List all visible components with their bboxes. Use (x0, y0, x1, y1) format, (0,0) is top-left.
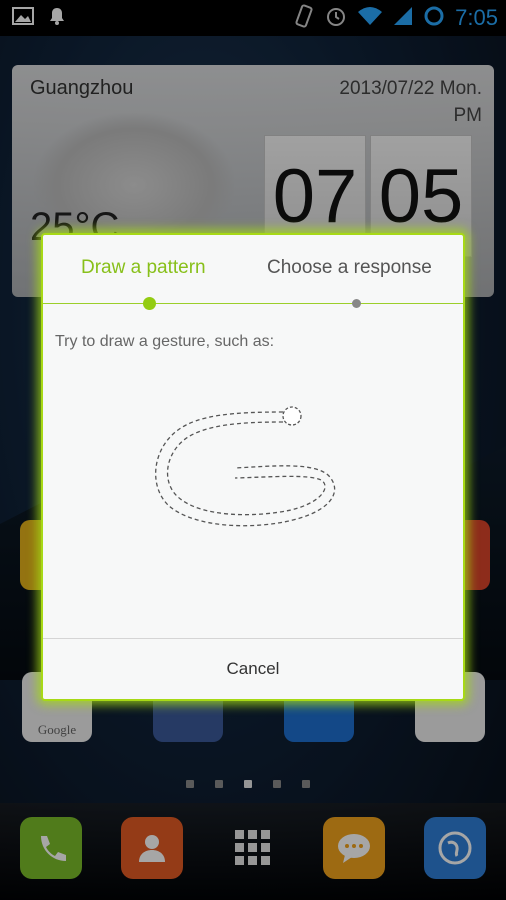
gesture-example-g-icon (155, 406, 336, 527)
step-progress-line (43, 303, 463, 304)
step-indicator-next (352, 299, 361, 308)
gesture-dialog: Draw a pattern Choose a response Try to … (41, 233, 465, 701)
tab-draw-pattern[interactable]: Draw a pattern (81, 257, 206, 279)
step-indicator-active (143, 297, 156, 310)
cancel-button[interactable]: Cancel (43, 639, 463, 699)
instruction-text: Try to draw a gesture, such as: (55, 333, 275, 350)
tab-choose-response[interactable]: Choose a response (267, 257, 432, 279)
